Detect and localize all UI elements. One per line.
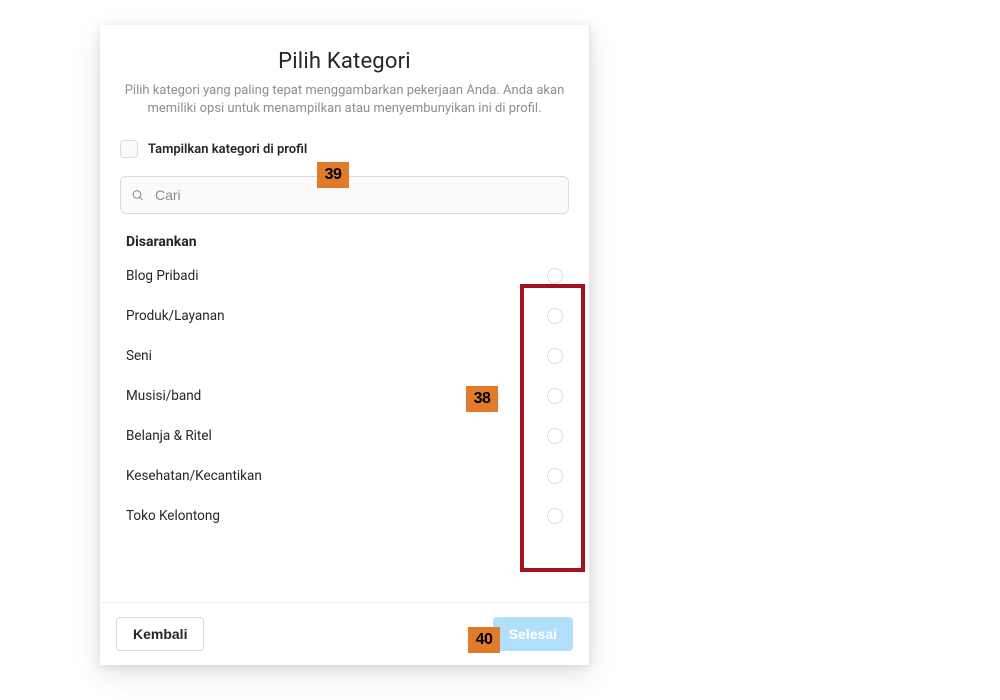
modal-subtitle: Pilih kategori yang paling tepat menggam… bbox=[120, 82, 569, 118]
category-row[interactable]: Blog Pribadi bbox=[126, 256, 563, 296]
category-row[interactable]: Kesehatan/Kecantikan bbox=[126, 456, 563, 496]
category-label: Belanja & Ritel bbox=[126, 428, 212, 444]
suggested-section-label: Disarankan bbox=[120, 234, 569, 250]
category-label: Seni bbox=[126, 348, 152, 364]
radio-unselected-icon[interactable] bbox=[547, 508, 563, 524]
category-label: Musisi/band bbox=[126, 388, 201, 404]
modal-body: Pilih Kategori Pilih kategori yang palin… bbox=[100, 25, 589, 602]
radio-unselected-icon[interactable] bbox=[547, 468, 563, 484]
modal-footer: Kembali Selesai bbox=[100, 602, 589, 665]
modal-title: Pilih Kategori bbox=[120, 49, 569, 74]
done-button[interactable]: Selesai bbox=[493, 617, 573, 651]
radio-unselected-icon[interactable] bbox=[547, 388, 563, 404]
category-label: Toko Kelontong bbox=[126, 508, 220, 524]
annotation-number-38: 38 bbox=[466, 386, 498, 412]
category-label: Produk/Layanan bbox=[126, 308, 225, 324]
radio-unselected-icon[interactable] bbox=[547, 428, 563, 444]
category-label: Blog Pribadi bbox=[126, 268, 199, 284]
category-row[interactable]: Produk/Layanan bbox=[126, 296, 563, 336]
back-button[interactable]: Kembali bbox=[116, 617, 204, 651]
radio-unselected-icon[interactable] bbox=[547, 308, 563, 324]
radio-unselected-icon[interactable] bbox=[547, 348, 563, 364]
show-category-on-profile-row[interactable]: Tampilkan kategori di profil bbox=[120, 140, 569, 158]
category-list: Blog Pribadi Produk/Layanan Seni Musisi/… bbox=[120, 256, 569, 536]
category-row[interactable]: Seni bbox=[126, 336, 563, 376]
show-category-on-profile-label: Tampilkan kategori di profil bbox=[148, 142, 307, 157]
checkbox-unchecked-icon[interactable] bbox=[120, 140, 138, 158]
radio-unselected-icon[interactable] bbox=[547, 268, 563, 284]
category-row[interactable]: Toko Kelontong bbox=[126, 496, 563, 536]
category-row[interactable]: Belanja & Ritel bbox=[126, 416, 563, 456]
category-label: Kesehatan/Kecantikan bbox=[126, 468, 262, 484]
annotation-number-40: 40 bbox=[468, 627, 500, 653]
annotation-number-39: 39 bbox=[317, 162, 349, 188]
select-category-modal: Pilih Kategori Pilih kategori yang palin… bbox=[100, 25, 590, 665]
search-icon bbox=[131, 189, 144, 202]
